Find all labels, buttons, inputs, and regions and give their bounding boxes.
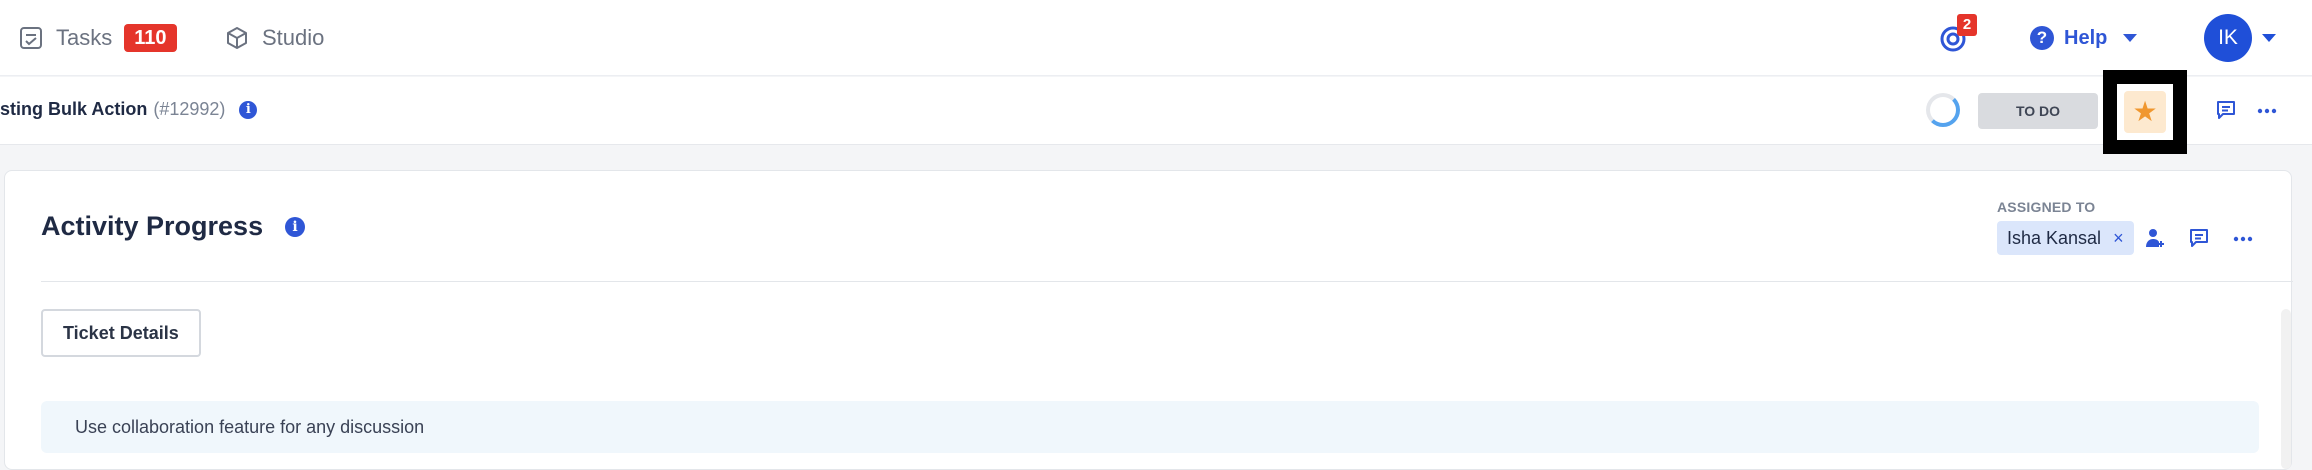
task-id: (#12992) [153,99,226,119]
more-options-icon[interactable] [2255,98,2279,122]
help-icon: ? [2030,26,2054,50]
card-title-text: Activity Progress [41,211,264,241]
info-icon[interactable]: i [285,216,306,237]
add-assignee-icon[interactable] [2143,226,2167,250]
star-icon: ★ [2124,91,2166,133]
scrollbar[interactable] [2281,309,2291,469]
collaboration-notice: Use collaboration feature for any discus… [41,401,2259,453]
user-menu[interactable]: IK [2204,14,2276,62]
avatar: IK [2204,14,2252,62]
comment-icon[interactable] [2187,226,2211,250]
top-navigation-bar: Tasks 110 Studio 2 ? Help IK [0,0,2312,76]
nav-tasks[interactable]: Tasks 110 [18,18,177,58]
task-name: sting Bulk Action [0,99,148,119]
comment-icon[interactable] [2214,98,2238,122]
more-options-icon[interactable] [2231,226,2255,250]
info-icon[interactable]: i [239,100,258,119]
star-button[interactable]: ★ [2103,70,2187,154]
help-label: Help [2064,26,2108,49]
nav-studio[interactable]: Studio [224,18,324,58]
nav-tasks-label: Tasks [56,25,113,50]
progress-spinner [1926,93,1960,127]
divider [41,281,2293,282]
tasks-count-badge: 110 [124,24,177,52]
chevron-down-icon [2262,34,2276,42]
status-button[interactable]: TO DO [1978,93,2098,129]
assignee-name: Isha Kansal [2007,227,2102,248]
cube-icon [227,27,247,49]
activity-card: Activity Progress i ASSIGNED TO Isha Kan… [4,170,2293,470]
chevron-down-icon [2123,34,2138,42]
task-title: sting Bulk Action (#12992) i [0,99,258,120]
assignee-chip: Isha Kansal × [1997,221,2134,255]
collaboration-notifications-button[interactable]: 2 [1936,14,1984,62]
assigned-to-label: ASSIGNED TO [1997,199,2096,215]
tasks-icon [20,27,42,49]
card-title: Activity Progress i [41,211,306,242]
task-header-bar: sting Bulk Action (#12992) i TO DO [0,77,2312,145]
notification-count-badge: 2 [1957,14,1977,36]
remove-assignee-icon[interactable]: × [2113,228,2124,249]
help-menu[interactable]: ? Help [2030,18,2138,58]
ticket-details-button[interactable]: Ticket Details [41,309,201,357]
nav-studio-label: Studio [262,25,325,50]
